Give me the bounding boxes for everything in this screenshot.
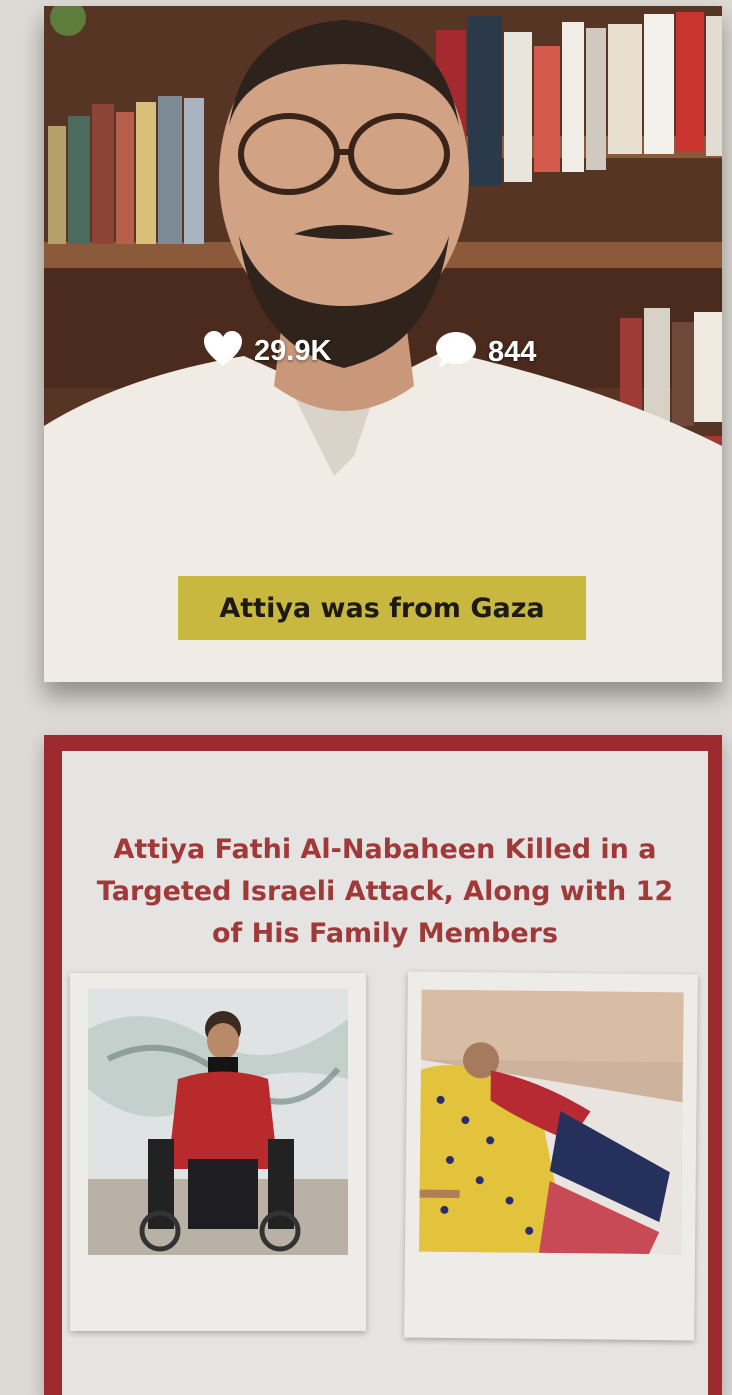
bed-photo-image <box>418 989 684 1255</box>
engagement-stats: 29.9K 844 <box>44 324 722 374</box>
heart-icon <box>202 330 244 373</box>
wheelchair-photo-image <box>88 989 348 1255</box>
news-headline: Attiya Fathi Al-Nabaheen Killed in a Tar… <box>96 834 674 949</box>
news-card[interactable]: Attiya Fathi Al-Nabaheen Killed in a Tar… <box>44 735 722 1395</box>
news-card-body: Attiya Fathi Al-Nabaheen Killed in a Tar… <box>62 751 708 1395</box>
video-caption: Attiya was from Gaza <box>178 576 586 640</box>
likes-stat[interactable]: 29.9K <box>202 330 331 373</box>
comment-bubble-icon <box>434 330 478 375</box>
likes-count: 29.9K <box>254 335 332 367</box>
photo-boy-wheelchair[interactable] <box>70 973 366 1331</box>
photo-boy-bed[interactable] <box>404 971 698 1341</box>
comments-stat[interactable]: 844 <box>434 330 536 375</box>
video-post-card[interactable]: 29.9K 844 Attiya was from Gaza <box>44 6 722 682</box>
comments-count: 844 <box>488 336 537 368</box>
